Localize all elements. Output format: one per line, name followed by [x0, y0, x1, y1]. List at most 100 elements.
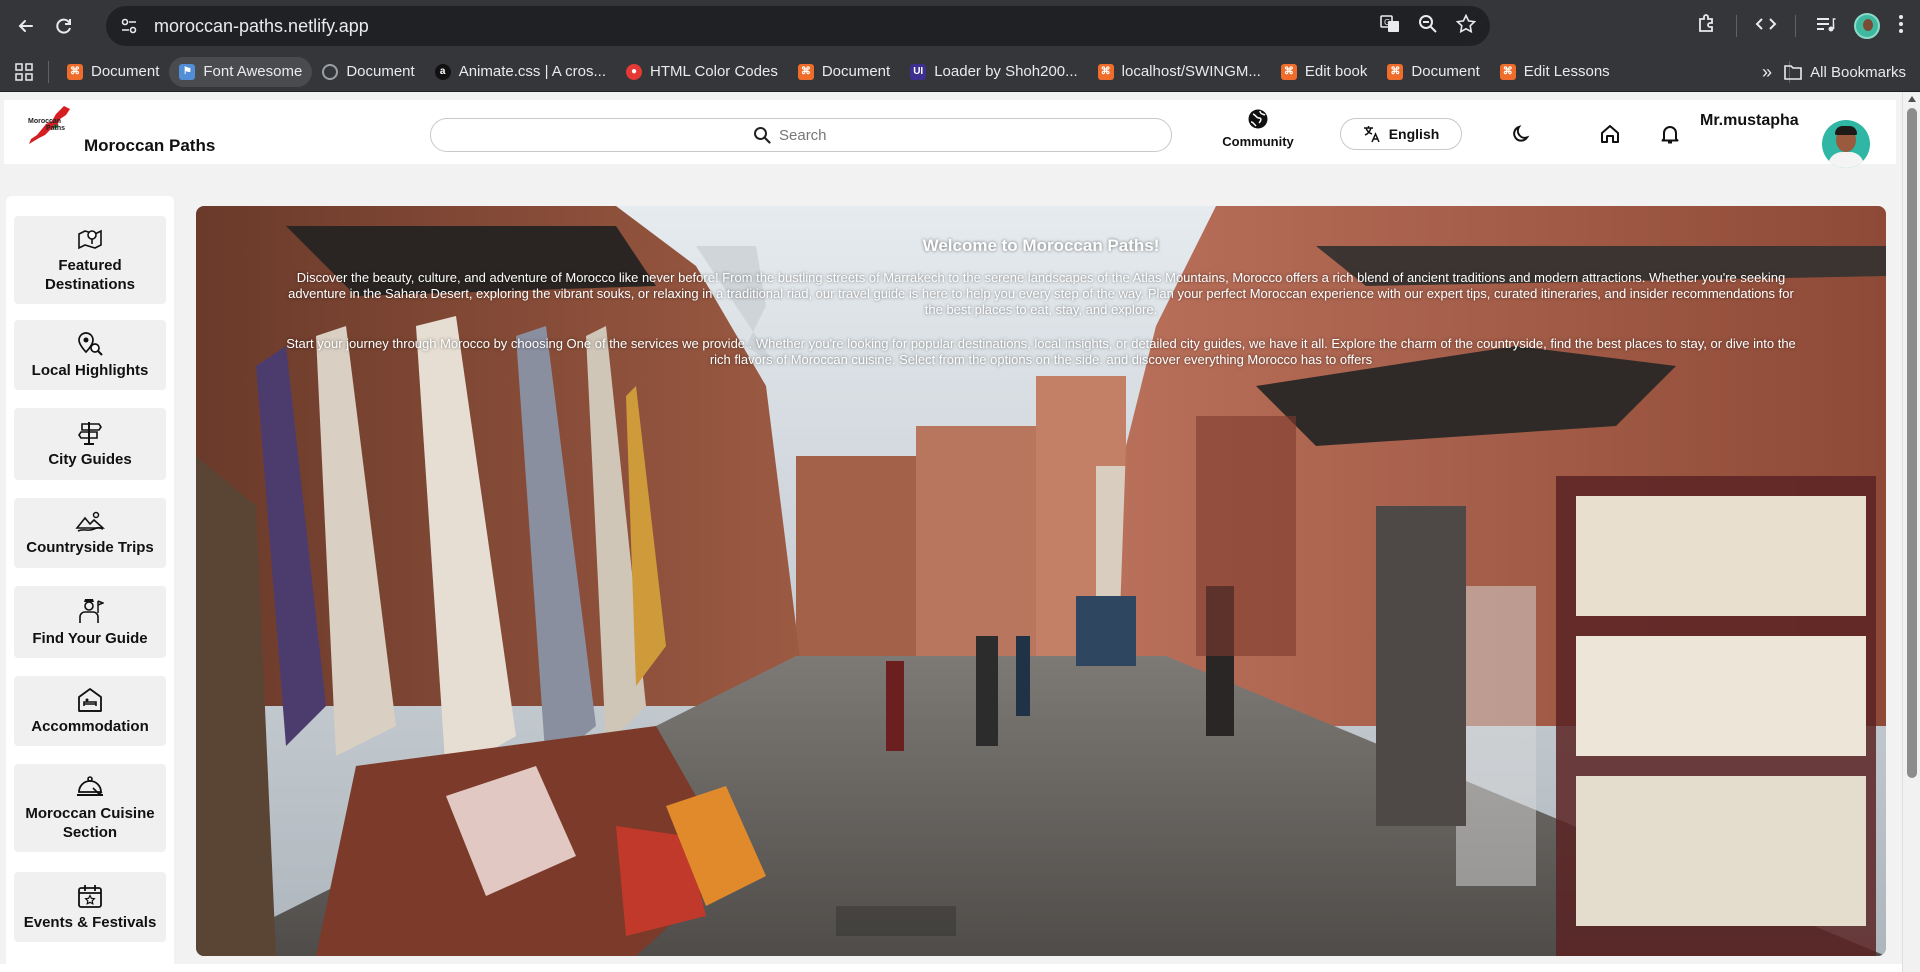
site-name[interactable]: Moroccan Paths [84, 136, 215, 156]
page-scrollbar[interactable] [1902, 92, 1920, 972]
sidebar-item-label: City Guides [48, 450, 132, 468]
language-selector[interactable]: English [1340, 118, 1462, 150]
bookmark-document-4[interactable]: ⌘ Document [1377, 57, 1489, 87]
codepen-icon: ⌘ [1499, 63, 1516, 80]
url-text: moroccan-paths.netlify.app [154, 15, 369, 36]
map-pin-icon [78, 229, 102, 250]
language-label: English [1388, 126, 1440, 142]
hero-banner: Welcome to Moroccan Paths! Discover the … [196, 206, 1886, 956]
site-header: Moroccan Paths Moroccan Paths Community … [4, 100, 1896, 168]
sidebar-item-featured-destinations[interactable]: Featured Destinations [14, 216, 166, 304]
search-bar[interactable] [430, 118, 1172, 152]
menu-kebab-icon[interactable] [1898, 14, 1904, 39]
user-avatar[interactable] [1822, 120, 1870, 168]
search-input[interactable] [779, 126, 849, 144]
sidebar-item-accommodation[interactable]: Accommodation [14, 676, 166, 746]
bookmark-html-color-codes[interactable]: ● HTML Color Codes [616, 57, 788, 87]
browser-toolbar: moroccan-paths.netlify.app G [0, 0, 1920, 52]
hotel-icon [78, 687, 102, 712]
extensions-icon[interactable] [1696, 13, 1718, 40]
globe-icon [322, 63, 339, 80]
signpost-icon [78, 421, 102, 445]
notifications-button[interactable] [1658, 122, 1682, 146]
sidebar-item-label: Find Your Guide [32, 629, 148, 647]
bookmark-label: Document [821, 63, 891, 80]
media-queue-icon[interactable] [1814, 13, 1836, 40]
sidebar-item-label: Moroccan Cuisine Section [25, 805, 155, 841]
folder-icon [1784, 65, 1802, 80]
bookmark-label: localhost/SWINGM... [1121, 63, 1261, 80]
devtools-icon[interactable] [1755, 13, 1777, 40]
bookmark-document-2[interactable]: Document [312, 57, 424, 87]
zoom-icon[interactable] [1418, 14, 1438, 39]
globe-icon [1248, 109, 1268, 129]
bookmark-label: HTML Color Codes [650, 63, 778, 80]
sidebar-item-label: Accommodation [31, 717, 149, 735]
bookmarks-overflow-button[interactable]: » [1762, 52, 1772, 92]
bookmark-loader[interactable]: UI Loader by Shoh200... [900, 57, 1087, 87]
translate-icon[interactable]: G [1380, 14, 1400, 39]
hero-text: Welcome to Moroccan Paths! Discover the … [286, 236, 1796, 368]
bookmark-edit-lessons[interactable]: ⌘ Edit Lessons [1490, 57, 1620, 87]
translate-icon [1363, 126, 1380, 143]
bookmark-animate-css[interactable]: a Animate.css | A cros... [425, 57, 616, 87]
username[interactable]: Mr.mustapha [1700, 112, 1799, 130]
bookmark-document-3[interactable]: ⌘ Document [788, 57, 900, 87]
search-location-icon [78, 331, 103, 356]
logo-text-moroccan: Moroccan [28, 118, 61, 125]
reload-button[interactable] [46, 8, 82, 44]
amazon-icon: a [434, 63, 451, 80]
sidebar-item-find-your-guide[interactable]: Find Your Guide [14, 586, 166, 658]
home-icon [1601, 125, 1619, 143]
dark-mode-toggle[interactable] [1510, 122, 1534, 146]
cloche-icon [77, 776, 103, 796]
back-button[interactable] [8, 8, 44, 44]
sidebar-item-label: Events & Festivals [23, 913, 157, 931]
sidebar-item-events-festivals[interactable]: Events & Festivals [14, 872, 166, 942]
bookmark-document-1[interactable]: ⌘ Document [57, 57, 169, 87]
toolbar-divider [1795, 15, 1796, 37]
all-bookmarks-button[interactable]: All Bookmarks [1784, 52, 1906, 92]
sidebar-item-label: Featured Destinations [44, 257, 135, 293]
hero-title: Welcome to Moroccan Paths! [922, 236, 1160, 255]
sidebar-item-moroccan-cuisine[interactable]: Moroccan Cuisine Section [14, 764, 166, 852]
all-bookmarks-label: All Bookmarks [1810, 63, 1906, 81]
bookmark-label: Font Awesome [203, 63, 303, 80]
bookmark-label: Edit book [1304, 63, 1368, 80]
avatar-shirt [1828, 152, 1864, 168]
toolbar-divider [1736, 15, 1737, 37]
address-bar[interactable]: moroccan-paths.netlify.app G [106, 6, 1490, 46]
home-button[interactable] [1598, 122, 1622, 146]
codepen-icon: ⌘ [67, 63, 83, 80]
bookmarks-divider [48, 60, 49, 83]
codepen-icon: ⌘ [1280, 63, 1297, 80]
bookmark-label: Document [1411, 63, 1480, 80]
profile-avatar-icon[interactable] [1854, 13, 1880, 39]
codepen-icon: ⌘ [797, 63, 814, 80]
flag-icon: ⚑ [179, 63, 196, 80]
bookmark-label: Edit Lessons [1523, 63, 1610, 80]
bookmark-font-awesome[interactable]: ⚑ Font Awesome [169, 56, 313, 87]
community-label: Community [1222, 134, 1294, 149]
page-bottom-edge [0, 964, 1902, 972]
site-info-icon[interactable] [116, 13, 142, 39]
logo-text-paths: Paths [46, 125, 65, 132]
bookmark-localhost[interactable]: ⌘ localhost/SWINGM... [1088, 57, 1271, 87]
bookmark-star-icon[interactable] [1455, 13, 1477, 39]
tour-guide-icon [79, 598, 104, 623]
hero-paragraph: Start your journey through Morocco by ch… [286, 336, 1796, 367]
svg-text:G: G [1384, 18, 1390, 27]
bookmark-edit-book[interactable]: ⌘ Edit book [1271, 57, 1378, 87]
sidebar-item-local-highlights[interactable]: Local Highlights [14, 320, 166, 390]
community-link[interactable]: Community [1218, 108, 1298, 149]
sidebar-item-countryside-trips[interactable]: Countryside Trips [14, 498, 166, 568]
color-icon: ● [626, 63, 642, 80]
bookmarks-bar: ⌘ Document ⚑ Font Awesome Document a Animat… [0, 52, 1920, 92]
sidebar-item-city-guides[interactable]: City Guides [14, 408, 166, 480]
bookmark-label: Document [91, 63, 160, 80]
site-logo[interactable]: Moroccan Paths [24, 104, 80, 146]
scroll-up-arrow-icon[interactable] [1908, 96, 1916, 102]
scroll-thumb[interactable] [1907, 108, 1917, 778]
apps-grid-icon[interactable] [0, 62, 48, 81]
sidebar-item-label: Countryside Trips [26, 538, 154, 556]
